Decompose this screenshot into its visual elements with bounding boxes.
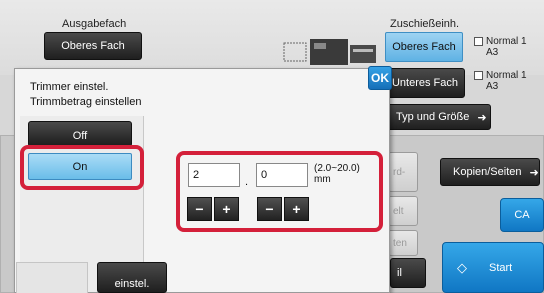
lower-tray-info: Normal 1 A3 [474, 70, 527, 92]
faded-label: rd- [393, 166, 406, 178]
tray-icon [474, 70, 483, 80]
arrow-right-icon: ➜ [477, 111, 487, 124]
type-size-label: Typ und Größe [396, 111, 470, 123]
background-button [16, 262, 88, 293]
trim-value-decimal-field[interactable]: 0 [256, 163, 308, 187]
feed-unit-label: Zuschießeinh. [390, 18, 460, 30]
ok-button[interactable]: OK [368, 66, 392, 90]
arrow-right-icon: ➜ [529, 166, 539, 179]
partial-dark-button[interactable]: il [390, 258, 426, 288]
faded-option-button: ten [388, 230, 418, 256]
ca-button[interactable]: CA [500, 198, 544, 232]
start-button[interactable]: ◇ Start [442, 242, 544, 293]
output-tray-label: Ausgabefach [62, 18, 127, 30]
start-diamond-icon: ◇ [457, 259, 467, 275]
upper-tray-paper: Normal 1 [486, 36, 527, 47]
trim-value-integer-field[interactable]: 2 [188, 163, 240, 187]
faded-label: elt [393, 205, 404, 217]
faded-option-button: elt [388, 196, 418, 226]
start-label: Start [489, 261, 513, 274]
upper-tray-size: A3 [486, 47, 499, 58]
printer-illustration [283, 39, 376, 65]
integer-minus-button[interactable]: − [187, 197, 212, 221]
lower-tray-paper: Normal 1 [486, 70, 527, 81]
unit-text: mm [314, 174, 331, 185]
off-button[interactable]: Off [28, 121, 132, 147]
decimal-minus-button[interactable]: − [257, 197, 282, 221]
lower-tray-size: A3 [486, 81, 499, 92]
tray-icon [474, 36, 483, 46]
feed-tray-lower-button[interactable]: Unteres Fach [385, 68, 465, 98]
decimal-plus-button[interactable]: + [284, 197, 309, 221]
range-text: (2.0~20.0) [314, 163, 360, 174]
dialog-title: Trimmer einstel. [30, 81, 109, 93]
output-tray-button[interactable]: Oberes Fach [44, 32, 142, 60]
integer-plus-button[interactable]: + [214, 197, 239, 221]
type-size-button[interactable]: Typ und Größe ➜ [385, 104, 491, 130]
copies-pages-label: Kopien/Seiten [453, 166, 522, 178]
settings-button[interactable]: einstel. [97, 262, 167, 293]
copies-pages-button[interactable]: Kopien/Seiten ➜ [440, 158, 540, 186]
decimal-separator: . [245, 176, 249, 188]
range-hint: (2.0~20.0) mm [314, 163, 360, 185]
dialog-subtitle: Trimmbetrag einstellen [30, 96, 142, 108]
on-button[interactable]: On [28, 153, 132, 180]
partial-label: il [397, 267, 402, 279]
upper-tray-info: Normal 1 A3 [474, 36, 527, 58]
feed-tray-upper-button[interactable]: Oberes Fach [385, 32, 463, 62]
faded-label: ten [393, 237, 407, 249]
settings-label: einstel. [114, 278, 150, 290]
faded-option-button: rd- [388, 152, 418, 192]
